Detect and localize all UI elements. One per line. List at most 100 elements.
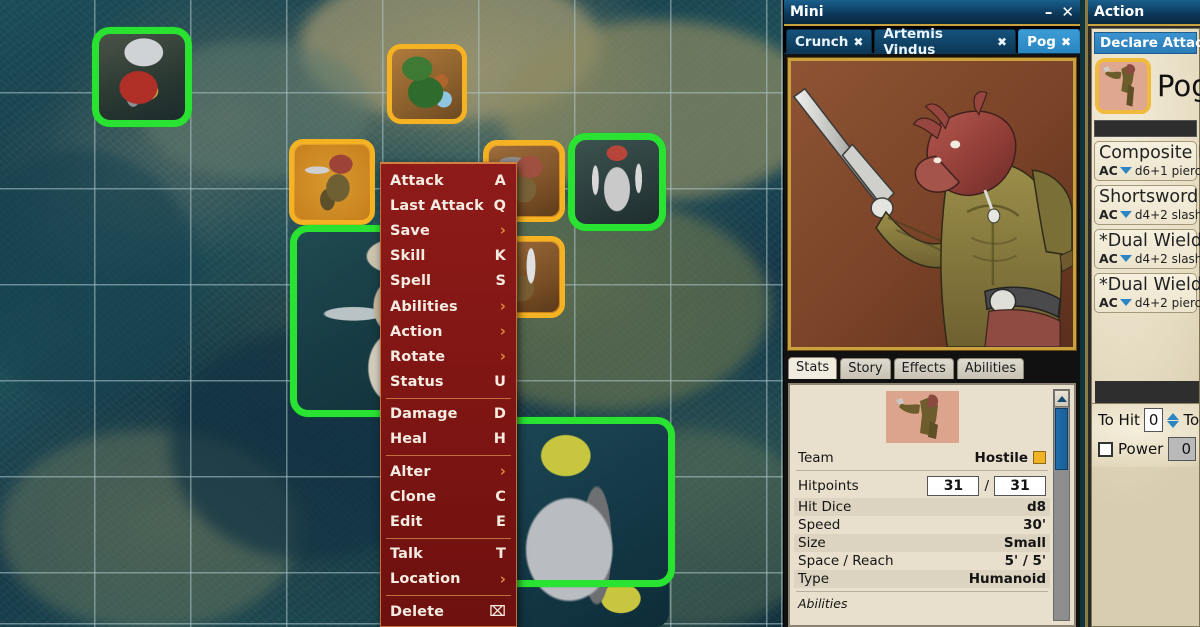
team-label: Team — [798, 450, 834, 466]
map-token-drow-fighter[interactable] — [92, 27, 192, 127]
mini-tab-pog[interactable]: Pog ✖ — [1018, 29, 1080, 53]
menu-item-accelerator: Q — [493, 197, 506, 214]
menu-item-delete[interactable]: Delete ⌧ — [381, 599, 516, 624]
weapon-card[interactable]: Composite LongbowAC d6+1 piercing — [1094, 141, 1200, 181]
menu-item-skill[interactable]: Skill K — [381, 244, 516, 269]
weapon-ac-selector[interactable]: AC — [1099, 207, 1132, 222]
menu-item-location[interactable]: Location › — [381, 567, 516, 592]
weapon-card[interactable]: ShortswordAC d4+2 slashing — [1094, 185, 1200, 225]
tab-close-icon[interactable]: ✖ — [997, 35, 1007, 49]
character-name: Pog — [1157, 69, 1200, 103]
close-icon[interactable]: ✕ — [1061, 4, 1074, 20]
stats-tab-effects[interactable]: Effects — [893, 358, 954, 379]
menu-item-rotate[interactable]: Rotate › — [381, 344, 516, 369]
stats-scrollbar[interactable] — [1053, 389, 1070, 621]
lizardfolk-avatar-art — [1099, 62, 1147, 110]
abilities-section-label: Abilities — [798, 596, 848, 611]
weapon-detail-row: AC d4+2 piercing — [1099, 295, 1200, 310]
menu-item-accelerator: K — [494, 248, 506, 265]
menu-item-clone[interactable]: Clone C — [381, 484, 516, 509]
menu-item-save[interactable]: Save › — [381, 218, 516, 243]
stats-tab-story[interactable]: Story — [840, 358, 891, 379]
chevron-down-icon[interactable] — [1119, 255, 1132, 262]
tab-close-icon[interactable]: ✖ — [853, 35, 863, 49]
weapon-ac-selector[interactable]: AC — [1099, 295, 1132, 310]
mini-tabstrip[interactable]: Crunch ✖ Artemis Vindus ✖ Pog ✖ — [784, 26, 1080, 58]
map-token-lizardfolk-pog[interactable] — [289, 139, 375, 225]
menu-item-last-attack[interactable]: Last Attack Q — [381, 193, 516, 218]
menu-item-accelerator: D — [493, 406, 506, 423]
chevron-right-icon: › — [499, 221, 506, 240]
action-panel-titlebar[interactable]: Action — [1088, 0, 1200, 26]
stats-row-speed: Speed 30' — [794, 516, 1050, 534]
menu-item-attack[interactable]: Attack A — [381, 168, 516, 193]
menu-item-action[interactable]: Action › — [381, 319, 516, 344]
scrollbar-thumb[interactable] — [1055, 408, 1068, 470]
menu-item-alter[interactable]: Alter › — [381, 459, 516, 484]
map-token-green-orc[interactable] — [387, 44, 467, 124]
weapon-ac-selector[interactable]: AC — [1099, 163, 1132, 178]
stats-tab-abilities[interactable]: Abilities — [956, 358, 1025, 379]
token-art — [295, 145, 369, 219]
team-color-swatch — [1033, 451, 1046, 464]
spinner-up-icon[interactable] — [1167, 412, 1180, 420]
menu-item-spell[interactable]: Spell S — [381, 269, 516, 294]
stats-thumbnail — [885, 391, 959, 443]
menu-item-label: Spell — [390, 273, 432, 290]
tab-close-icon[interactable]: ✖ — [1061, 35, 1071, 49]
power-label: Power — [1118, 440, 1164, 458]
stats-row-value: Small — [1003, 535, 1046, 551]
mini-stats-tabstrip[interactable]: Stats Story Effects Abilities — [788, 354, 1080, 379]
chevron-up-icon — [1056, 395, 1067, 402]
mini-tab-label: Crunch — [795, 33, 849, 50]
action-dark-gap — [1095, 381, 1199, 403]
weapon-detail-row: AC d6+1 piercing — [1099, 163, 1200, 178]
scroll-up-button[interactable] — [1054, 390, 1069, 407]
minimize-icon[interactable]: – — [1045, 4, 1053, 20]
menu-item-heal[interactable]: Heal H — [381, 427, 516, 452]
token-context-menu[interactable]: Attack A Last Attack Q Save › Skill K Spell S Abil… — [380, 162, 517, 627]
chevron-right-icon: › — [499, 462, 506, 481]
chevron-down-icon[interactable] — [1119, 211, 1132, 218]
menu-item-accelerator: T — [496, 546, 506, 563]
menu-item-edit[interactable]: Edit E — [381, 509, 516, 534]
menu-item-abilities[interactable]: Abilities › — [381, 294, 516, 319]
weapon-card[interactable]: *Dual WieldAC d4+2 slashing — [1094, 229, 1200, 269]
mini-tab-artemis-vindus[interactable]: Artemis Vindus ✖ — [874, 26, 1017, 58]
to-hit-input[interactable]: 0 — [1143, 408, 1164, 432]
weapon-detail-row: AC d4+2 slashing — [1099, 207, 1200, 222]
stats-rows: Hit Dice d8 Speed 30' Size Small Space / Reach… — [794, 498, 1050, 588]
stats-tab-stats[interactable]: Stats — [788, 357, 838, 379]
stats-row-size: Size Small — [794, 534, 1050, 552]
stats-row-type: Type Humanoid — [794, 570, 1050, 588]
stats-row-label: Type — [798, 571, 830, 587]
chevron-right-icon: › — [499, 297, 506, 316]
menu-item-status[interactable]: Status U — [381, 370, 516, 395]
mini-panel-titlebar[interactable]: Mini – ✕ — [784, 0, 1080, 26]
to-hit-spinner[interactable] — [1167, 412, 1180, 428]
hitpoints-current-input[interactable]: 31 — [927, 476, 980, 496]
action-panel: Action Declare Attacks Pog Composite Lon… — [1085, 0, 1200, 627]
hitpoints-max-input[interactable]: 31 — [994, 476, 1046, 496]
mini-tab-crunch[interactable]: Crunch ✖ — [786, 29, 873, 53]
token-art — [392, 49, 462, 119]
menu-item-talk[interactable]: Talk T — [381, 542, 516, 567]
weapon-damage: d4+2 piercing — [1134, 295, 1200, 310]
spinner-down-icon[interactable] — [1167, 420, 1180, 428]
map-token-dual-sword-fighter[interactable] — [568, 133, 666, 231]
chevron-down-icon[interactable] — [1119, 167, 1132, 174]
stats-row-space-reach: Space / Reach 5' / 5' — [794, 552, 1050, 570]
menu-item-damage[interactable]: Damage D — [381, 402, 516, 427]
weapon-card[interactable]: *Dual WieldAC d4+2 piercing — [1094, 273, 1200, 313]
stats-content: Team Hostile Hitpoints 31 / 31 Hit Dice d… — [794, 389, 1050, 621]
chevron-down-icon[interactable] — [1119, 299, 1132, 306]
menu-item-label: Talk — [390, 546, 423, 563]
chevron-right-icon: › — [499, 322, 506, 341]
power-checkbox[interactable] — [1098, 441, 1113, 457]
map-token-ogre[interactable] — [491, 417, 675, 627]
mini-portrait — [787, 57, 1077, 351]
declare-attacks-button[interactable]: Declare Attacks — [1094, 32, 1200, 54]
weapon-name: Shortsword — [1099, 187, 1199, 207]
weapon-ac-selector[interactable]: AC — [1099, 251, 1132, 266]
character-avatar[interactable] — [1095, 58, 1151, 114]
